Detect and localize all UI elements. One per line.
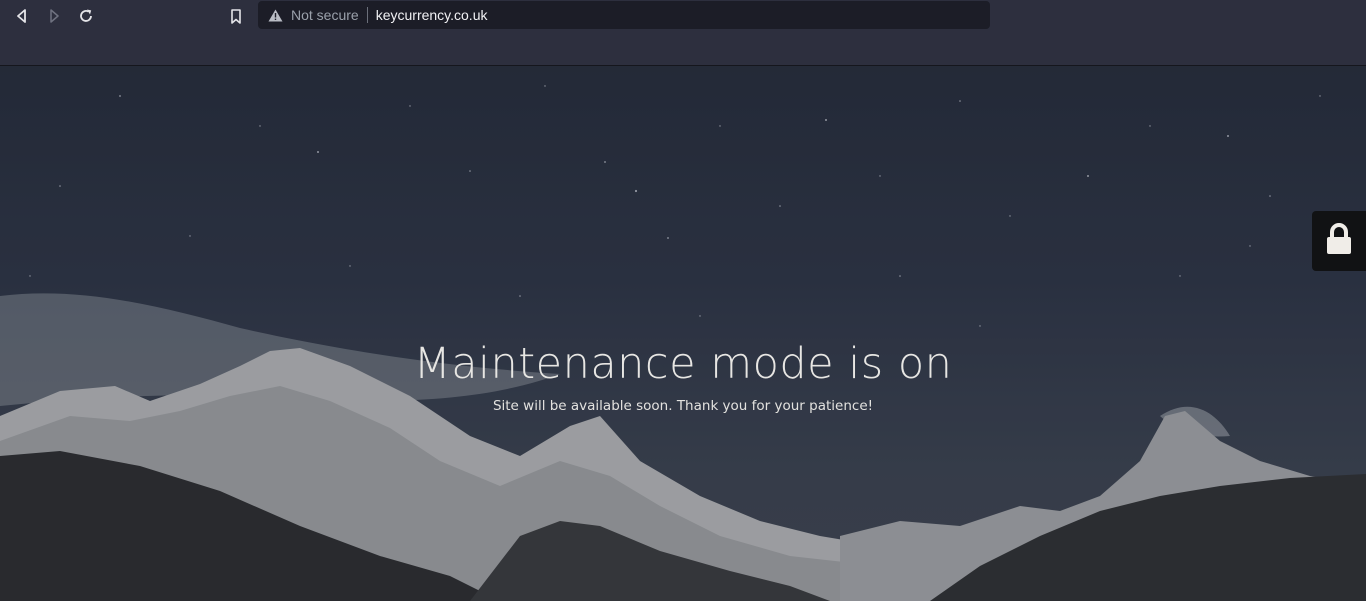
url-text[interactable]: keycurrency.co.uk <box>376 7 488 23</box>
login-lock-button[interactable] <box>1312 211 1366 271</box>
back-arrow-icon[interactable] <box>11 5 33 27</box>
security-status-label[interactable]: Not secure <box>291 7 359 23</box>
address-bar[interactable]: Not secure keycurrency.co.uk <box>258 1 990 29</box>
forward-arrow-icon[interactable] <box>43 5 65 27</box>
page-title: Maintenance mode is on <box>413 339 953 389</box>
maintenance-page: Maintenance mode is on Site will be avai… <box>0 66 1366 601</box>
lock-icon <box>1325 222 1353 260</box>
browser-toolbar: Not secure keycurrency.co.uk <box>0 0 1366 66</box>
bookmark-icon[interactable] <box>225 5 247 27</box>
page-subtitle: Site will be available soon. Thank you f… <box>492 398 874 414</box>
warning-triangle-icon[interactable] <box>268 9 283 22</box>
address-separator <box>366 7 368 23</box>
reload-icon[interactable] <box>75 5 97 27</box>
mountain-background <box>0 66 1366 601</box>
